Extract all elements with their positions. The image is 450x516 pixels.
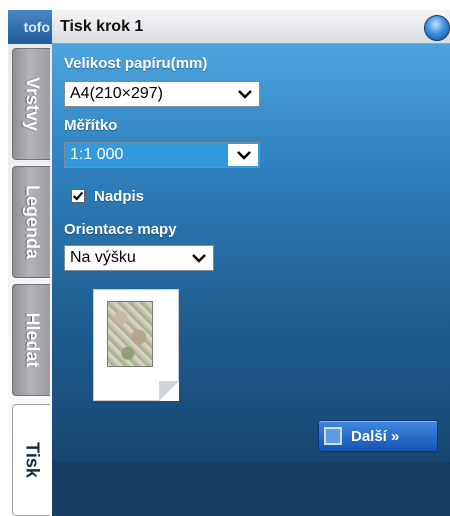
title-bar: Tisk krok 1 (52, 10, 450, 44)
button-square-icon (324, 427, 342, 445)
caption-label[interactable]: Nadpis (94, 188, 144, 205)
tab-label: Vrstvy (22, 76, 42, 132)
page-preview-icon (93, 289, 179, 401)
tab-hledat[interactable]: Hledat (12, 284, 50, 396)
tab-legenda[interactable]: Legenda (12, 166, 50, 278)
paper-size-label: Velikost papíru(mm) (64, 55, 208, 72)
page-fold (159, 381, 179, 401)
chevron-down-icon (238, 90, 252, 99)
scale-select[interactable]: 1:1 000 (64, 142, 260, 168)
panel-footer (52, 462, 450, 516)
tab-vrstvy[interactable]: Vrstvy (12, 48, 50, 160)
tab-label: Tisk (22, 442, 42, 478)
orientation-value: Na výšku (70, 249, 136, 266)
partial-tab-label[interactable]: tofo (8, 10, 52, 44)
checkmark-icon (72, 191, 84, 201)
chevron-down-icon (192, 254, 206, 263)
orientation-label: Orientace mapy (64, 221, 177, 238)
tab-tisk[interactable]: Tisk (12, 404, 50, 516)
side-tab-bar: Vrstvy Legenda Hledat Tisk (8, 44, 52, 516)
paper-size-value: A4(210×297) (70, 85, 163, 102)
tab-label: Legenda (22, 184, 42, 260)
tab-label: Hledat (22, 312, 42, 368)
scale-value: 1:1 000 (70, 146, 124, 163)
dropdown-button[interactable] (228, 144, 258, 166)
globe-icon[interactable] (424, 15, 450, 41)
print-panel-window: tofo Tisk krok 1 Vrstvy Legenda Hledat T… (0, 0, 450, 516)
map-thumbnail (107, 301, 153, 367)
next-button-label: Další » (351, 428, 400, 445)
orientation-select[interactable]: Na výšku (64, 245, 214, 271)
next-button[interactable]: Další » (318, 420, 438, 452)
caption-checkbox[interactable] (71, 189, 85, 203)
window-title: Tisk krok 1 (60, 18, 144, 35)
scale-label: Měřítko (64, 117, 118, 134)
chevron-down-icon (237, 151, 251, 160)
paper-size-select[interactable]: A4(210×297) (64, 81, 260, 107)
